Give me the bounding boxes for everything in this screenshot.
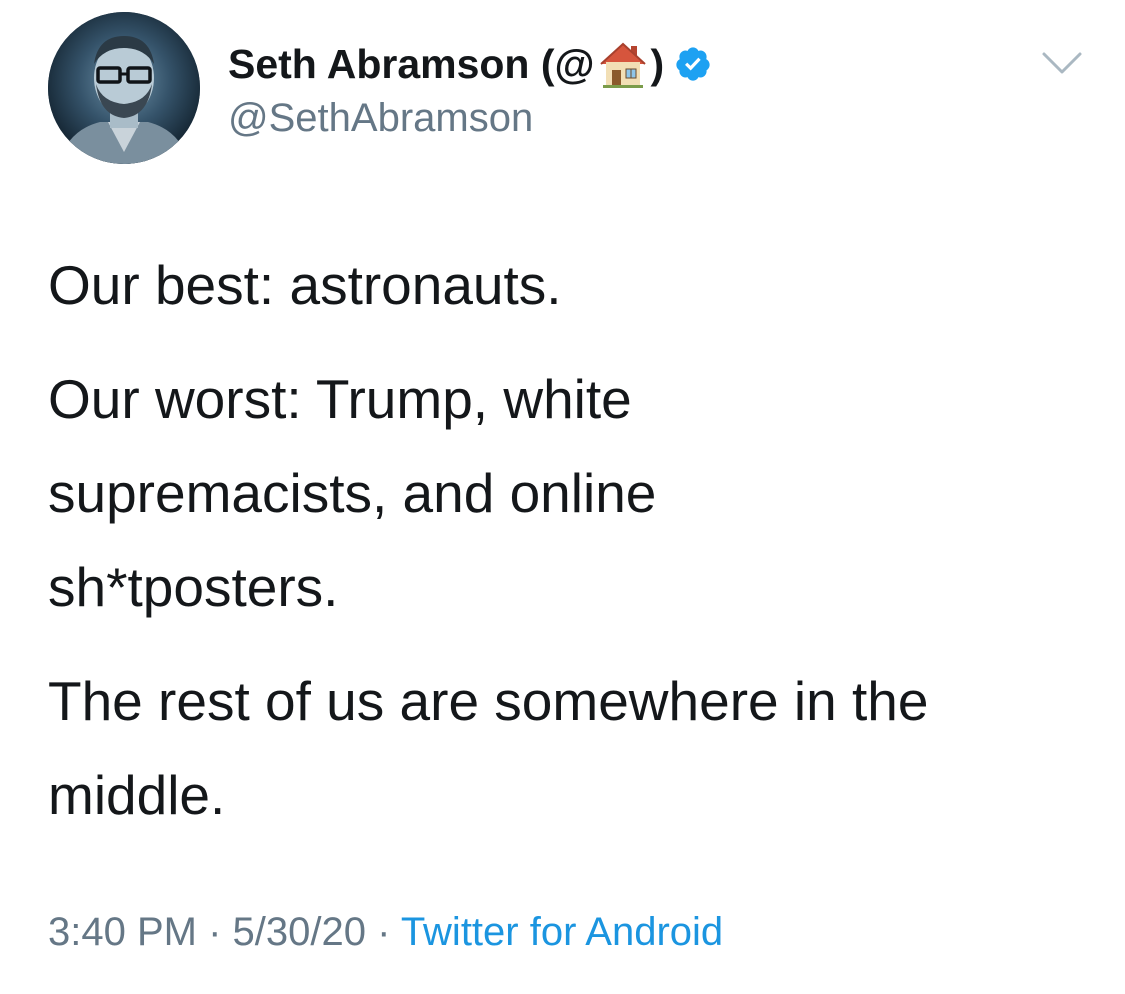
- verified-badge-icon: [674, 45, 712, 83]
- author-info[interactable]: Seth Abramson (@) @SethAbramson: [228, 38, 712, 141]
- meta-separator: ·: [365, 910, 401, 954]
- tweet-time[interactable]: 3:40 PM: [48, 910, 197, 954]
- author-handle[interactable]: @SethAbramson: [228, 96, 712, 141]
- tweet-text: Our best: astronauts. Our worst: Trump, …: [48, 238, 1088, 862]
- meta-separator: ·: [196, 910, 233, 954]
- tweet: Seth Abramson (@) @SethAbramson Our bes…: [0, 0, 1125, 994]
- tweet-date[interactable]: 5/30/20: [233, 910, 366, 954]
- tweet-paragraph: Our best: astronauts.: [48, 254, 562, 316]
- avatar[interactable]: [48, 12, 200, 164]
- tweet-source-link[interactable]: Twitter for Android: [401, 910, 723, 954]
- chevron-down-icon[interactable]: [1040, 48, 1084, 78]
- display-name-prefix[interactable]: Seth Abramson (@: [228, 41, 595, 88]
- house-icon: [597, 38, 649, 90]
- tweet-paragraph: Our worst: Trump, white supremacists, an…: [48, 368, 657, 618]
- tweet-meta: 3:40 PM · 5/30/20 · Twitter for Android: [48, 910, 723, 955]
- tweet-paragraph: The rest of us are somewhere in the midd…: [48, 670, 929, 826]
- display-name-suffix[interactable]: ): [651, 41, 665, 88]
- display-name-row[interactable]: Seth Abramson (@): [228, 38, 712, 90]
